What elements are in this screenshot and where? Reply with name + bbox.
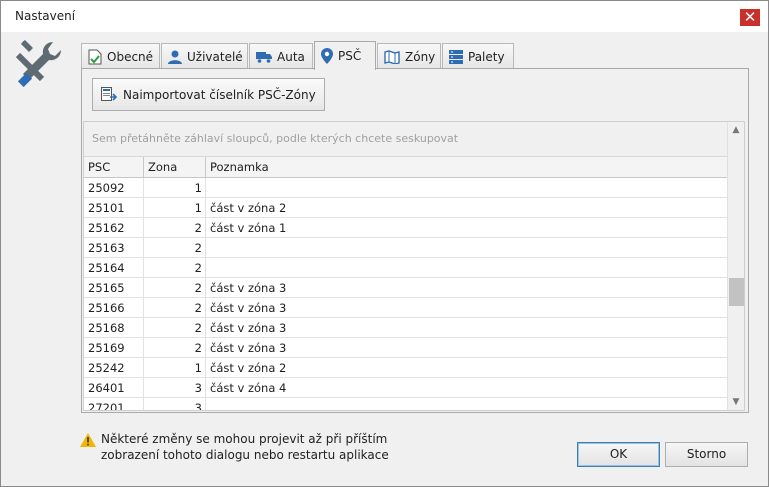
table-row[interactable]: 25165 2 část v zóna 3 <box>84 278 729 298</box>
tab-label: PSČ <box>338 49 362 63</box>
column-header-poznamka[interactable]: Poznamka <box>206 157 729 178</box>
psc-tab-panel: Naimportovat číselník PSČ-Zóny Sem přetá… <box>81 68 749 413</box>
table-row[interactable]: 25166 2 část v zóna 3 <box>84 298 729 318</box>
cell-poznamka: část v zóna 2 <box>210 201 287 215</box>
table-row[interactable]: 27201 3 <box>84 398 729 410</box>
scroll-down-icon[interactable]: ▼ <box>728 394 744 410</box>
cell-zona: 2 <box>144 218 206 238</box>
tab-psc[interactable]: PSČ <box>314 41 376 70</box>
cell-zona: 1 <box>144 198 206 218</box>
title-bar: Nastavení ✕ <box>1 1 768 32</box>
cell-zona: 2 <box>144 238 206 258</box>
import-icon <box>101 86 117 101</box>
cell-poznamka: část v zóna 2 <box>210 361 287 375</box>
cell-poznamka: část v zóna 3 <box>210 301 287 315</box>
tab-label: Auta <box>277 49 305 64</box>
cell-poznamka: část v zóna 4 <box>210 381 287 395</box>
tab-zony[interactable]: Zóny <box>377 43 441 69</box>
cell-poznamka: část v zóna 3 <box>210 281 287 295</box>
vertical-scrollbar[interactable]: ▲ ▼ <box>727 122 744 410</box>
table-row[interactable]: 25169 2 část v zóna 3 <box>84 338 729 358</box>
cell-zona: 3 <box>144 398 206 410</box>
cell-poznamka <box>206 238 729 258</box>
cell-psc: 25162 <box>84 218 144 238</box>
document-check-icon <box>88 49 102 64</box>
cell-zona: 2 <box>144 338 206 358</box>
table-row[interactable]: 25101 1 část v zóna 2 <box>84 198 729 218</box>
warning-line-2: zobrazení tohoto dialogu nebo restartu a… <box>101 448 389 462</box>
cell-psc: 25242 <box>84 358 144 378</box>
tab-label: Zóny <box>405 49 436 64</box>
tab-palety[interactable]: Palety <box>442 43 514 69</box>
column-header-psc[interactable]: PSC <box>84 157 144 178</box>
window-title: Nastavení <box>15 9 76 23</box>
table-row[interactable]: 25162 2 část v zóna 1 <box>84 218 729 238</box>
cell-psc: 25092 <box>84 178 144 198</box>
settings-dialog: Nastavení ✕ Obecné Uživatelé Auta PSČ Zó… <box>0 0 769 487</box>
table-row[interactable]: 25163 2 <box>84 238 729 258</box>
scroll-thumb[interactable] <box>729 278 744 306</box>
cell-zona: 2 <box>144 258 206 278</box>
table-row[interactable]: 25168 2 část v zóna 3 <box>84 318 729 338</box>
cell-zona: 1 <box>144 358 206 378</box>
table-row[interactable]: 25092 1 <box>84 178 729 198</box>
map-icon <box>384 49 400 64</box>
cell-zona: 2 <box>144 278 206 298</box>
tab-auta[interactable]: Auta <box>249 43 313 69</box>
cell-psc: 25163 <box>84 238 144 258</box>
tab-label: Obecné <box>107 49 154 64</box>
user-icon <box>168 50 182 64</box>
tab-uzivatele[interactable]: Uživatelé <box>161 43 248 69</box>
tab-label: Palety <box>468 49 505 64</box>
tools-icon <box>15 40 62 88</box>
cell-poznamka: část v zóna 1 <box>210 221 287 235</box>
table-row[interactable]: 25164 2 <box>84 258 729 278</box>
grid-rows: 25092 1 25101 1 část v zóna 2 25162 2 část v … <box>84 178 729 410</box>
cell-psc: 25165 <box>84 278 144 298</box>
cell-zona: 1 <box>144 178 206 198</box>
cell-psc: 26401 <box>84 378 144 398</box>
warning-line-1: Některé změny se mohou projevit až při p… <box>101 432 388 446</box>
map-pin-icon <box>321 48 333 64</box>
ok-button[interactable]: OK <box>577 442 660 467</box>
truck-icon <box>256 51 272 63</box>
table-row[interactable]: 26401 3 část v zóna 4 <box>84 378 729 398</box>
cell-poznamka: část v zóna 3 <box>210 341 287 355</box>
import-psc-button[interactable]: Naimportovat číselník PSČ-Zóny <box>92 78 325 111</box>
server-icon <box>449 49 463 64</box>
cell-psc: 25164 <box>84 258 144 278</box>
cell-poznamka <box>206 258 729 278</box>
group-by-panel[interactable]: Sem přetáhněte záhlaví sloupců, podle kt… <box>84 122 729 157</box>
warning-icon <box>80 433 96 447</box>
column-header-zona[interactable]: Zona <box>144 157 206 178</box>
cancel-button[interactable]: Storno <box>665 442 748 467</box>
psc-grid: Sem přetáhněte záhlaví sloupců, podle kt… <box>83 121 745 411</box>
cell-poznamka <box>206 398 729 410</box>
cell-psc: 27201 <box>84 398 144 410</box>
cell-psc: 25101 <box>84 198 144 218</box>
close-icon: ✕ <box>743 8 757 26</box>
grid-header: PSC Zona Poznamka <box>84 157 729 178</box>
scroll-up-icon[interactable]: ▲ <box>728 122 744 138</box>
cell-poznamka <box>206 178 729 198</box>
cell-poznamka: část v zóna 3 <box>210 321 287 335</box>
import-button-label: Naimportovat číselník PSČ-Zóny <box>123 87 316 102</box>
cell-psc: 25166 <box>84 298 144 318</box>
cell-psc: 25168 <box>84 318 144 338</box>
close-button[interactable]: ✕ <box>740 9 760 26</box>
cell-zona: 2 <box>144 318 206 338</box>
cell-zona: 2 <box>144 298 206 318</box>
tab-label: Uživatelé <box>187 49 243 64</box>
tab-obecne[interactable]: Obecné <box>81 43 160 69</box>
group-by-hint: Sem přetáhněte záhlaví sloupců, podle kt… <box>92 132 459 145</box>
cell-zona: 3 <box>144 378 206 398</box>
table-row[interactable]: 25242 1 část v zóna 2 <box>84 358 729 378</box>
cell-psc: 25169 <box>84 338 144 358</box>
